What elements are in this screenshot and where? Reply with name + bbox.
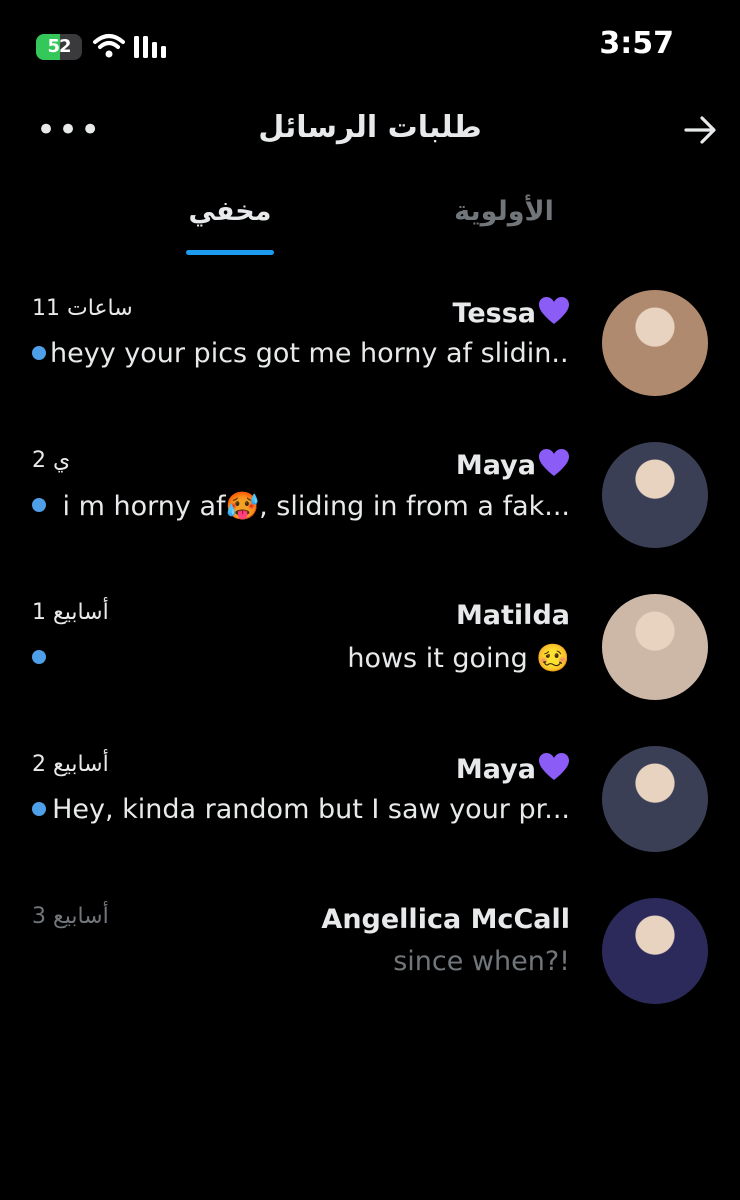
message-preview: hows it going 🥴 <box>347 643 570 674</box>
battery-icon: 52 <box>36 34 82 60</box>
tab-hidden[interactable]: مخفي <box>186 196 274 227</box>
conversation-row[interactable]: Maya 2 أسابيع Hey, kinda random but I saw … <box>0 736 740 888</box>
sender-name: Maya <box>456 448 570 481</box>
conversation-row[interactable]: Maya 2 ي i m horny af🥵, sliding in from a … <box>0 432 740 584</box>
sender-name: Angellica McCall <box>321 904 570 935</box>
sender-name: Tessa <box>452 296 570 329</box>
purple-heart-icon <box>539 297 569 324</box>
conversation-row[interactable]: Angellica McCall 3 أسابيع since when?! <box>0 888 740 1040</box>
timestamp: 1 أسابيع <box>32 600 109 625</box>
timestamp: 2 ي <box>32 448 71 473</box>
conversation-row[interactable]: Matilda 1 أسابيع hows it going 🥴 <box>0 584 740 736</box>
message-preview: since when?! <box>393 946 570 977</box>
message-preview: i m horny af🥵, sliding in from a fak... <box>62 491 570 522</box>
message-preview: heyy your pics got me horny af slidin... <box>50 338 570 369</box>
unread-dot-icon <box>32 650 46 664</box>
conversation-row[interactable]: Tessa 11 ساعات heyy your pics got me horny… <box>0 280 740 432</box>
clock: 3:57 <box>599 26 674 61</box>
unread-dot-icon <box>32 498 46 512</box>
status-bar: 52 3:57 <box>0 0 740 96</box>
avatar[interactable] <box>602 898 708 1004</box>
unread-dot-icon <box>32 802 46 816</box>
timestamp: 2 أسابيع <box>32 752 109 777</box>
wifi-icon <box>93 34 125 58</box>
arrow-right-icon[interactable] <box>682 112 718 148</box>
battery-percent: 52 <box>47 36 71 57</box>
page-title: طلبات الرسائل <box>258 110 482 145</box>
avatar[interactable] <box>602 442 708 548</box>
sender-name: Matilda <box>455 600 570 631</box>
avatar[interactable] <box>602 746 708 852</box>
message-preview: Hey, kinda random but I saw your pr... <box>52 794 570 825</box>
purple-heart-icon <box>539 449 569 476</box>
avatar[interactable] <box>602 594 708 700</box>
tab-priority[interactable]: الأولوية <box>444 196 564 227</box>
timestamp: 11 ساعات <box>32 296 133 321</box>
unread-dot-icon <box>32 346 46 360</box>
sender-name: Maya <box>456 752 570 785</box>
cellular-signal-icon <box>134 36 166 58</box>
avatar[interactable] <box>602 290 708 396</box>
purple-heart-icon <box>539 753 569 780</box>
timestamp: 3 أسابيع <box>32 904 109 929</box>
active-tab-indicator <box>186 250 274 255</box>
